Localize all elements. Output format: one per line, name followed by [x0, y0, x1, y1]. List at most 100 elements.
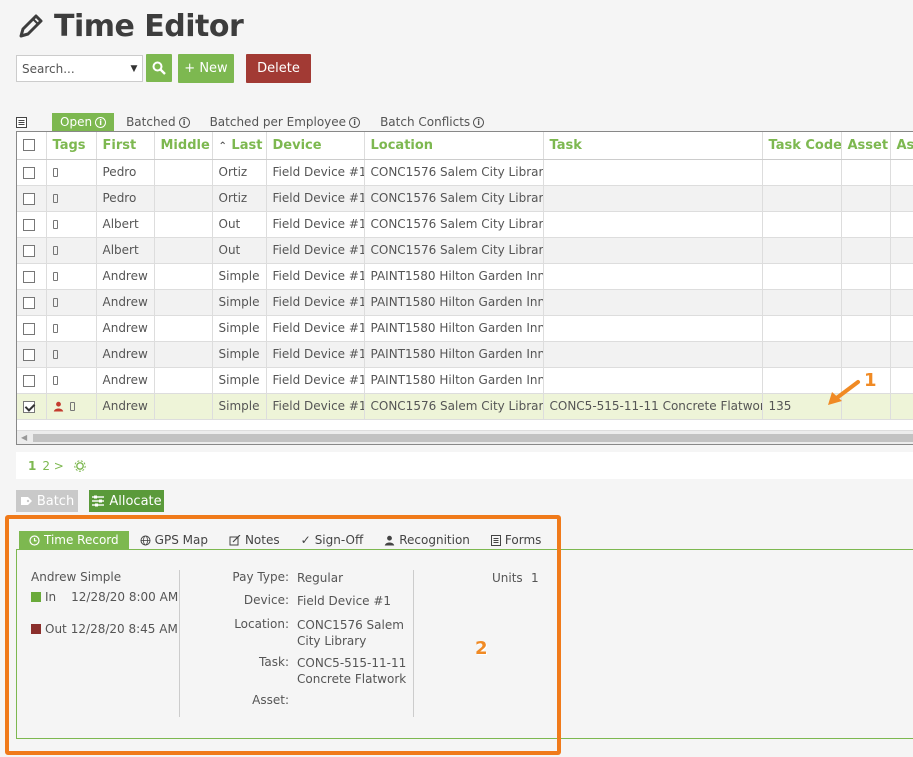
- settings-icon[interactable]: [74, 459, 86, 472]
- table-row[interactable]: Pedro Ortiz Field Device #1 CONC1576 Salem …: [17, 185, 913, 212]
- annotation-number-1: 1: [864, 370, 877, 391]
- column-header-device[interactable]: Device: [266, 132, 365, 160]
- scroll-left-icon[interactable]: ◀: [21, 433, 27, 442]
- last-name-cell: Simple: [212, 263, 267, 290]
- row-checkbox[interactable]: [23, 244, 35, 257]
- mobile-device-icon: [52, 272, 58, 281]
- select-all-checkbox[interactable]: [23, 139, 35, 152]
- tags-cell: [46, 393, 97, 420]
- search-input[interactable]: Search... ▼: [16, 55, 143, 82]
- mobile-device-icon: [52, 350, 58, 359]
- middle-name-cell: [154, 159, 213, 186]
- list-icon[interactable]: [16, 116, 28, 128]
- first-name-cell: Albert: [96, 237, 155, 264]
- delete-button[interactable]: Delete: [246, 54, 311, 83]
- asset-cell: [841, 185, 891, 212]
- row-checkbox[interactable]: [23, 166, 35, 179]
- device-cell: Field Device #1: [266, 393, 365, 420]
- scrollbar-thumb[interactable]: [33, 434, 913, 442]
- allocate-button[interactable]: Allocate: [89, 490, 164, 512]
- device-cell: Field Device #1: [266, 289, 365, 316]
- tags-cell: [46, 315, 97, 342]
- chevron-down-icon[interactable]: ▼: [126, 64, 142, 74]
- device-cell: Field Device #1: [266, 159, 365, 186]
- sort-ascending-icon: ⌃: [218, 140, 227, 152]
- table-row[interactable]: Albert Out Field Device #1 CONC1576 Salem C…: [17, 237, 913, 264]
- row-checkbox[interactable]: [23, 322, 35, 335]
- row-checkbox[interactable]: [23, 348, 35, 361]
- column-header-asset[interactable]: Asset: [841, 132, 891, 160]
- row-checkbox[interactable]: [23, 296, 35, 309]
- table-row[interactable]: Andrew Simple Field Device #1 PAINT1580 Hil…: [17, 263, 913, 290]
- tab-batched[interactable]: Batched i: [118, 113, 198, 132]
- table-row[interactable]: Andrew Simple Field Device #1 PAINT1580 Hil…: [17, 315, 913, 342]
- page-title: Time Editor: [54, 8, 244, 44]
- tab-batched-per-employee[interactable]: Batched per Employee i: [202, 113, 369, 132]
- mobile-device-icon: [52, 194, 58, 203]
- batch-button[interactable]: Batch: [16, 490, 78, 512]
- row-checkbox[interactable]: [23, 192, 35, 205]
- page-current[interactable]: 1: [28, 459, 36, 473]
- last-name-cell: Simple: [212, 393, 267, 420]
- last-name-cell: Ortiz: [212, 159, 267, 186]
- device-cell: Field Device #1: [266, 185, 365, 212]
- middle-name-cell: [154, 237, 213, 264]
- info-icon: i: [473, 116, 485, 128]
- extra-cell: [890, 159, 913, 186]
- location-cell: PAINT1580 Hilton Garden Inn: [364, 263, 544, 290]
- first-name-cell: Andrew: [96, 289, 155, 316]
- first-name-cell: Andrew: [96, 393, 155, 420]
- table-row[interactable]: Andrew Simple Field Device #1 PAINT1580 Hil…: [17, 367, 913, 394]
- task-cell: [543, 211, 763, 238]
- first-name-cell: Andrew: [96, 263, 155, 290]
- table-row[interactable]: Andrew Simple Field Device #1 PAINT1580 Hil…: [17, 341, 913, 368]
- row-select-cell: [17, 367, 47, 394]
- select-all-header[interactable]: [17, 132, 47, 160]
- tags-cell: [46, 211, 97, 238]
- column-header-task-code[interactable]: Task Code: [762, 132, 842, 160]
- tab-label: Batch Conflicts: [380, 115, 471, 129]
- column-header-ass[interactable]: Ass: [890, 132, 913, 160]
- tab-label: Batched per Employee: [209, 115, 347, 129]
- extra-cell: [890, 263, 913, 290]
- column-header-tags[interactable]: Tags: [46, 132, 97, 160]
- asset-cell: [841, 159, 891, 186]
- row-checkbox[interactable]: [23, 270, 35, 283]
- column-header-task[interactable]: Task: [543, 132, 763, 160]
- column-header-middle[interactable]: Middle: [154, 132, 213, 160]
- callout-arrow-icon: [828, 380, 860, 405]
- tab-open[interactable]: Open i: [52, 112, 115, 132]
- row-checkbox[interactable]: [23, 374, 35, 387]
- asset-cell: [841, 341, 891, 368]
- table-row[interactable]: Andrew Simple Field Device #1 PAINT1580 Hil…: [17, 289, 913, 316]
- user-icon: [53, 401, 63, 412]
- task-cell: [543, 341, 763, 368]
- mobile-device-icon: [52, 246, 58, 255]
- task-cell: [543, 159, 763, 186]
- search-button[interactable]: [146, 54, 172, 82]
- tab-batch-conflicts[interactable]: Batch Conflicts i: [372, 113, 492, 132]
- new-button[interactable]: + New: [178, 54, 234, 83]
- page-next[interactable]: 2 >: [42, 459, 64, 473]
- mobile-device-icon: [52, 220, 58, 229]
- row-checkbox[interactable]: [23, 218, 35, 231]
- table-row[interactable]: Pedro Ortiz Field Device #1 CONC1576 Salem …: [17, 159, 913, 186]
- table-row[interactable]: Albert Out Field Device #1 CONC1576 Salem C…: [17, 211, 913, 238]
- row-select-cell: [17, 237, 47, 264]
- row-select-cell: [17, 393, 47, 420]
- task-cell: [543, 367, 763, 394]
- column-header-last[interactable]: ⌃ Last: [212, 132, 267, 160]
- horizontal-scrollbar[interactable]: ◀: [17, 430, 913, 444]
- last-name-cell: Simple: [212, 367, 267, 394]
- middle-name-cell: [154, 367, 213, 394]
- row-checkbox[interactable]: [23, 400, 35, 413]
- column-header-first[interactable]: First: [96, 132, 155, 160]
- tags-cell: [46, 237, 97, 264]
- column-header-location[interactable]: Location: [364, 132, 544, 160]
- middle-name-cell: [154, 315, 213, 342]
- tag-icon: [20, 497, 32, 505]
- table-row[interactable]: Andrew Simple Field Device #1 CONC1576 Sale…: [17, 393, 913, 420]
- task-code-cell: [762, 341, 842, 368]
- page-header: Time Editor: [16, 8, 244, 44]
- task-code-cell: [762, 159, 842, 186]
